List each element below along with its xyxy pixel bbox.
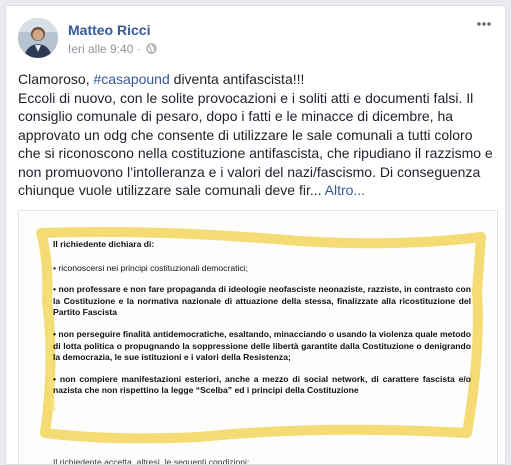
meta-separator: · [136,42,141,56]
globe-icon[interactable] [146,43,157,57]
post-text-body: Eccoli di nuovo, con le solite provocazi… [18,89,493,199]
document-bullet: • non professare e non fare propaganda d… [53,284,471,318]
more-options-icon[interactable] [474,18,494,38]
hashtag-link[interactable]: #casapound [93,71,169,87]
document-footer: Il richiedente accetta, altresì, le segu… [53,457,250,465]
post-text-headline: diventa antifascista!!! [169,71,305,87]
post-text-intro: Clamoroso, [18,71,94,87]
attached-document-image[interactable]: Il richiedente dichiara di: • riconoscer… [18,210,498,465]
document-text: Il richiedente dichiara di: • riconoscer… [53,239,471,407]
avatar[interactable] [18,18,58,58]
post-card: Matteo Ricci Ieri alle 9:40 · Clamoroso,… [5,5,506,465]
author-name[interactable]: Matteo Ricci [68,22,150,38]
document-bullet: • non compiere manifestazioni esteriori,… [53,373,471,396]
document-bullet: • riconoscersi nei principi costituziona… [53,262,249,273]
document-bullet: • non perseguire finalità antidemocratic… [53,328,471,363]
post-timestamp[interactable]: Ieri alle 9:40 [68,42,133,56]
see-more-link[interactable]: Altro... [325,182,365,198]
avatar-photo-icon [18,18,58,58]
post-paragraph: Eccoli di nuovo, con le solite provocazi… [18,89,498,200]
post-body: Clamoroso, #casapound diventa antifascis… [18,70,498,200]
post-meta: Ieri alle 9:40 · [68,42,157,57]
post-header: Matteo Ricci Ieri alle 9:40 · [18,18,494,64]
post-first-line: Clamoroso, #casapound diventa antifascis… [18,70,498,89]
document-heading: Il richiedente dichiara di: [53,239,155,249]
